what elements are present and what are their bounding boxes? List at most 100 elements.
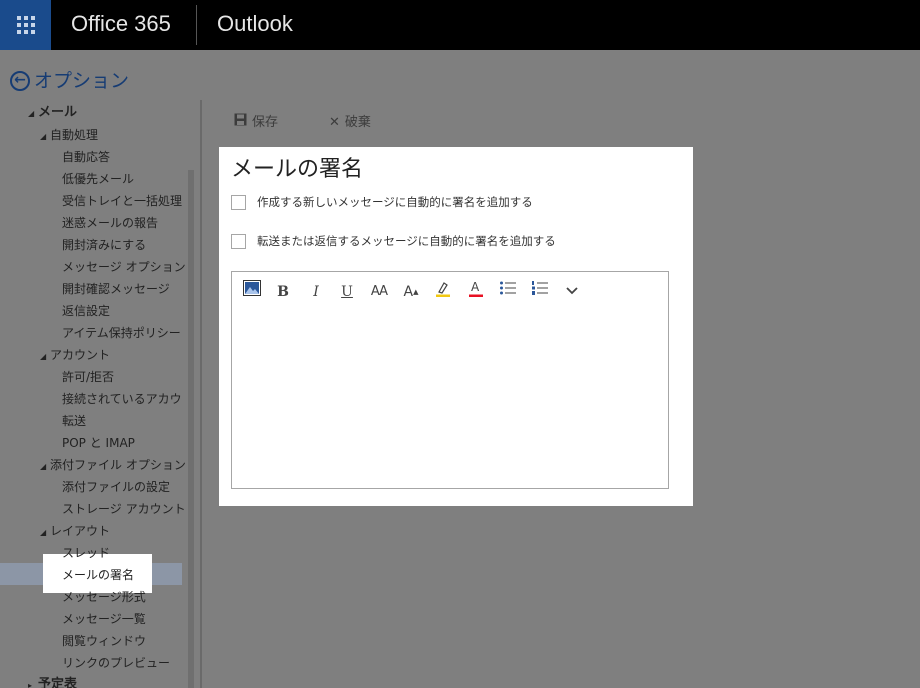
nav-item[interactable]: 返信設定 xyxy=(62,300,110,322)
nav-item-label: メール xyxy=(38,105,78,120)
nav-item[interactable]: 開封確認メッセージ xyxy=(62,278,170,300)
collapse-triangle-icon[interactable]: ◢ xyxy=(28,103,38,125)
nav-item-label: 低優先メール xyxy=(62,172,135,186)
bold-button[interactable]: B xyxy=(271,280,295,304)
nav-item[interactable]: メッセージ オプション xyxy=(62,256,186,278)
options-title[interactable]: オプション xyxy=(34,66,129,93)
save-icon xyxy=(234,113,247,130)
grow-font-label: A xyxy=(403,284,414,300)
nav-item[interactable]: 閲覧ウィンドウ xyxy=(62,630,146,652)
nav-item-label: 返信設定 xyxy=(62,304,111,318)
font-size-button[interactable]: AA xyxy=(367,280,391,304)
nav-item[interactable]: ◢ メール xyxy=(28,102,77,124)
nav-item-label: 自動処理 xyxy=(50,128,99,142)
nav-item[interactable]: ◢ レイアウト xyxy=(40,520,110,542)
nav-item-label: 添付ファイル オプション xyxy=(50,458,186,472)
nav-item-label: 添付ファイルの設定 xyxy=(62,480,171,494)
nav-item[interactable]: 接続されているアカウ xyxy=(62,388,182,410)
collapse-triangle-icon[interactable]: ◢ xyxy=(40,126,50,148)
nav-item-label: 許可/拒否 xyxy=(62,370,115,384)
nav-item-label: 開封確認メッセージ xyxy=(62,282,170,296)
nav-item-label: ストレージ アカウント xyxy=(62,502,186,516)
nav-item-label: 自動応答 xyxy=(62,150,111,164)
collapse-triangle-icon[interactable]: ◢ xyxy=(40,346,50,368)
signature-editor[interactable]: B I U AA A▲ A xyxy=(231,271,669,489)
signature-dialog: メールの署名 作成する新しいメッセージに自動的に署名を追加する 転送または返信す… xyxy=(219,147,693,506)
numbering-button[interactable] xyxy=(528,280,552,304)
discard-button[interactable]: ✕ 破棄 xyxy=(329,111,371,130)
collapse-triangle-icon[interactable]: ◢ xyxy=(40,456,50,478)
nav-item[interactable]: ストレージ アカウント xyxy=(62,498,186,520)
nav-item-label: 接続されているアカウ xyxy=(62,392,182,406)
italic-button[interactable]: I xyxy=(304,280,328,304)
options-nav: ◢ メール ◢ 自動処理 自動応答 低優先メール 受信トレイと一括処理 迷惑メールの報告 開封済… xyxy=(0,100,190,688)
nav-item[interactable]: ◢ アカウント xyxy=(40,344,110,366)
nav-item-label: POP と IMAP xyxy=(62,436,135,450)
nav-item-label: レイアウト xyxy=(50,524,111,538)
nav-item[interactable]: 開封済みにする xyxy=(62,234,146,256)
nav-item[interactable]: ◢ 自動処理 xyxy=(40,124,98,146)
font-color-button[interactable]: A xyxy=(464,280,488,304)
collapse-triangle-icon[interactable]: ◢ xyxy=(40,522,50,544)
nav-item-label: リンクのプレビュー xyxy=(62,656,171,670)
highlighter-icon xyxy=(436,282,450,297)
nav-item-label: アイテム保持ポリシー xyxy=(62,326,181,340)
nav-item[interactable]: メッセージ一覧 xyxy=(62,608,146,630)
auto-sign-new-checkbox[interactable] xyxy=(231,195,246,210)
auto-sign-new-label[interactable]: 作成する新しいメッセージに自動的に署名を追加する xyxy=(257,194,533,210)
bullets-button[interactable] xyxy=(496,280,520,304)
pane-splitter xyxy=(200,100,202,688)
nav-scrollbar[interactable] xyxy=(188,170,194,688)
dialog-title: メールの署名 xyxy=(231,157,364,182)
nav-item[interactable]: リンクのプレビュー xyxy=(62,652,170,674)
nav-item-label: 受信トレイと一括処理 xyxy=(62,194,183,208)
brand-title[interactable]: Office 365 xyxy=(71,11,171,37)
app-launcher-icon[interactable] xyxy=(0,0,51,50)
top-bar: Office 365 Outlook xyxy=(0,0,920,50)
nav-item-label: アカウント xyxy=(50,348,111,362)
back-arrow-icon[interactable]: ← xyxy=(10,71,30,91)
save-label: 保存 xyxy=(252,115,279,130)
underline-button[interactable]: U xyxy=(335,280,359,304)
nav-item-label: メッセージ オプション xyxy=(62,260,186,274)
bullet-list-icon xyxy=(500,281,516,295)
discard-label: 破棄 xyxy=(344,115,371,130)
nav-item[interactable]: アイテム保持ポリシー xyxy=(62,322,181,344)
nav-item[interactable]: 低優先メール xyxy=(62,168,134,190)
nav-item[interactable]: 許可/拒否 xyxy=(62,366,114,388)
nav-item[interactable]: 添付ファイルの設定 xyxy=(62,476,170,498)
nav-item[interactable]: 自動応答 xyxy=(62,146,110,168)
font-color-label: A xyxy=(471,280,480,294)
nav-item-label: メッセージ一覧 xyxy=(62,612,146,626)
highlight-button[interactable] xyxy=(431,280,455,304)
nav-item[interactable]: 転送 xyxy=(62,410,86,432)
auto-sign-reply-checkbox[interactable] xyxy=(231,234,246,249)
nav-item[interactable]: POP と IMAP xyxy=(62,432,135,454)
nav-item-label: 迷惑メールの報告 xyxy=(62,216,159,230)
nav-item-label: 閲覧ウィンドウ xyxy=(62,634,147,648)
auto-sign-reply-label[interactable]: 転送または返信するメッセージに自動的に署名を追加する xyxy=(257,233,556,249)
insert-picture-icon[interactable] xyxy=(240,280,264,304)
numbered-list-icon xyxy=(532,281,548,295)
close-icon: ✕ xyxy=(329,115,340,130)
save-button[interactable]: 保存 xyxy=(234,111,278,130)
nav-item-label: メッセージ形式 xyxy=(62,590,146,604)
nav-item-label: スレッド xyxy=(62,546,111,560)
nav-item-label: 予定表 xyxy=(38,677,78,688)
expand-triangle-icon[interactable]: ▸ xyxy=(28,675,38,688)
nav-item[interactable]: ◢ 添付ファイル オプション xyxy=(40,454,186,476)
nav-item-label: 転送 xyxy=(62,414,87,428)
grow-arrow-icon: ▲ xyxy=(413,288,419,296)
chevron-down-icon[interactable] xyxy=(560,280,584,304)
app-title[interactable]: Outlook xyxy=(217,11,293,37)
nav-item-label: 開封済みにする xyxy=(62,238,147,252)
nav-item[interactable]: ▸ 予定表 xyxy=(28,674,77,688)
nav-item-label: メールの署名 xyxy=(62,568,135,582)
nav-item[interactable]: メッセージ形式 xyxy=(62,586,146,608)
nav-item[interactable]: スレッド xyxy=(62,542,110,564)
divider xyxy=(196,5,197,45)
nav-item[interactable]: 迷惑メールの報告 xyxy=(62,212,158,234)
nav-item[interactable]: メールの署名 xyxy=(62,564,134,586)
nav-item[interactable]: 受信トレイと一括処理 xyxy=(62,190,182,212)
grow-font-button[interactable]: A▲ xyxy=(399,280,423,304)
